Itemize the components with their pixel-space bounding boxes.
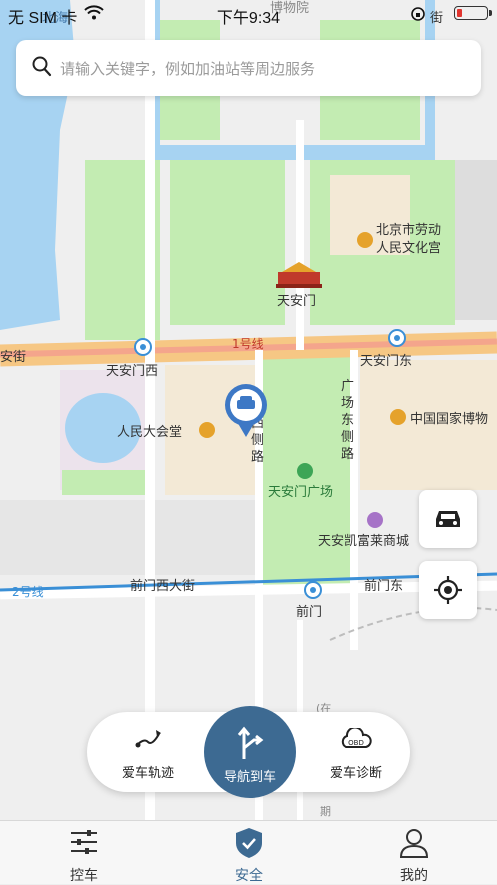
map-label: 天安门东 <box>360 354 412 369</box>
metro-station-icon <box>304 581 322 599</box>
status-bar: 无 SIM 卡 下午9:34 <box>0 0 497 28</box>
tab-bar: 控车 安全 我的 <box>0 820 497 884</box>
map-label: 安街 <box>0 350 26 365</box>
car-diagnose-button[interactable]: OBD 爱车诊断 <box>311 726 401 781</box>
map-label: 前门西大街 <box>130 578 195 594</box>
search-input[interactable] <box>58 54 462 84</box>
map-label: 天安门西 <box>106 364 158 379</box>
map-label: 天安凯富莱商城 <box>318 533 409 549</box>
navigate-to-car-button[interactable]: 导航到车 <box>204 706 296 798</box>
car-icon <box>436 511 460 527</box>
museum-poi-icon <box>390 409 406 425</box>
target-location-icon <box>434 576 462 604</box>
metro-station-icon <box>388 329 406 347</box>
car-track-label: 爱车轨迹 <box>121 766 174 781</box>
orientation-lock-icon <box>411 7 425 21</box>
user-icon <box>399 829 429 858</box>
tab-label: 安全 <box>235 868 263 884</box>
map-label: 期 <box>320 805 331 818</box>
map-label: 中国国家博物 <box>410 411 488 427</box>
map-label: 前门 <box>296 604 322 620</box>
shield-check-icon <box>236 828 262 858</box>
obd-cloud-icon: OBD <box>341 726 372 748</box>
tab-label: 我的 <box>400 868 428 884</box>
map-label: 天安门广场 <box>268 485 333 500</box>
map-label: 人民大会堂 <box>117 425 182 440</box>
tab-profile[interactable]: 我的 <box>354 821 474 884</box>
sliders-icon <box>71 830 97 854</box>
hall-poi-icon <box>199 422 215 438</box>
svg-text:OBD: OBD <box>348 739 364 747</box>
car-track-button[interactable]: 爱车轨迹 <box>103 728 193 781</box>
map-label: 广场东侧路 <box>341 379 355 462</box>
map-label: 前门东 <box>364 578 403 594</box>
park-poi-icon <box>297 463 313 479</box>
turn-arrow-icon <box>237 726 264 759</box>
map-label: 人民文化宫 <box>376 241 441 256</box>
map-label: 1号线 <box>232 337 264 351</box>
metro-station-icon <box>134 338 152 356</box>
tab-label: 控车 <box>70 868 98 884</box>
tab-car-control[interactable]: 控车 <box>24 821 144 884</box>
car-locate-button[interactable] <box>419 490 477 548</box>
search-icon <box>32 56 52 77</box>
map-label: 天安门 <box>277 294 316 309</box>
navigate-to-car-label: 导航到车 <box>223 770 276 785</box>
track-route-icon <box>135 730 161 748</box>
search-bar[interactable] <box>16 40 481 96</box>
tab-security[interactable]: 安全 <box>189 821 309 884</box>
my-location-button[interactable] <box>419 561 477 619</box>
map-view[interactable]: 博物院 北海 街 北京市劳动 人民文化宫 天安门 1号线 安街 天安门西 天安门… <box>0 0 497 820</box>
shopping-poi-icon <box>367 512 383 528</box>
culture-poi-icon <box>357 232 373 248</box>
battery-icon <box>454 6 492 20</box>
map-label: 北京市劳动 <box>376 222 441 238</box>
map-label: 2号线 <box>12 585 44 599</box>
car-diagnose-label: 爱车诊断 <box>329 766 382 781</box>
